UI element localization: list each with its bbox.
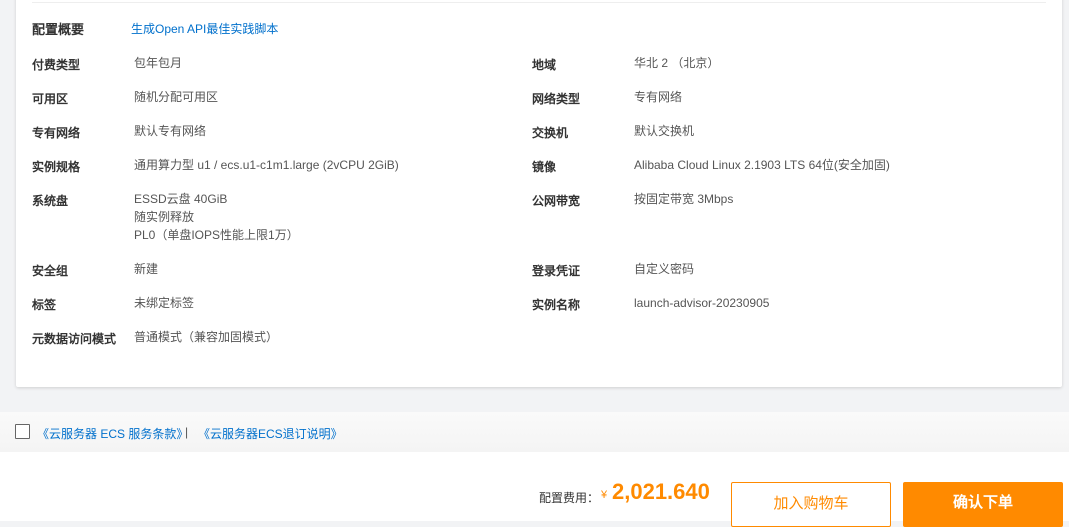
left-field-value: 默认专有网络: [134, 122, 206, 140]
value-line: 包年包月: [134, 56, 183, 70]
right-field-label: 网络类型: [532, 92, 581, 106]
add-to-cart-button[interactable]: 加入购物车: [731, 482, 891, 527]
value-line: 按固定带宽 3Mbps: [634, 192, 734, 206]
value-line: launch-advisor-20230905: [634, 296, 770, 310]
right-field-label: 镜像: [532, 160, 557, 174]
right-field-value: 专有网络: [634, 88, 682, 106]
right-field-label: 公网带宽: [532, 194, 581, 208]
right-field-label: 交换机: [532, 126, 569, 140]
value-line: 通用算力型 u1 / ecs.u1-c1m1.large (2vCPU 2GiB…: [134, 158, 399, 172]
value-line: 普通模式（兼容加固模式）: [134, 330, 279, 344]
divider: [32, 2, 1046, 3]
summary-title: 配置概要: [32, 22, 85, 37]
left-field-label: 专有网络: [32, 126, 81, 140]
right-field-value: 默认交换机: [634, 122, 694, 140]
left-field-value: 包年包月: [134, 54, 182, 72]
openapi-script-link[interactable]: 生成Open API最佳实践脚本: [131, 20, 278, 37]
value-line: 默认专有网络: [134, 124, 207, 138]
ecs-refund-link[interactable]: 《云服务器ECS退订说明》: [198, 425, 343, 442]
value-line: ESSD云盘 40GiB: [134, 192, 228, 206]
value-line: 未绑定标签: [134, 296, 195, 310]
left-field-value: 新建: [134, 260, 158, 278]
ecs-terms-link[interactable]: 《云服务器 ECS 服务条款》: [37, 425, 188, 442]
right-field-value: Alibaba Cloud Linux 2.1903 LTS 64位(安全加固): [634, 156, 890, 174]
agreement-checkbox[interactable]: [15, 424, 30, 439]
value-line: 默认交换机: [634, 124, 695, 138]
right-field-value: 自定义密码: [634, 260, 694, 278]
confirm-order-button[interactable]: 确认下单: [903, 482, 1063, 527]
currency-symbol: ¥: [601, 489, 608, 501]
right-field-label: 登录凭证: [532, 264, 581, 278]
separator: |: [185, 425, 189, 439]
value-line: Alibaba Cloud Linux 2.1903 LTS 64位(安全加固): [634, 158, 890, 172]
value-line: 新建: [134, 262, 159, 276]
left-field-value: 随机分配可用区: [134, 88, 218, 106]
value-line: 随机分配可用区: [134, 90, 219, 104]
price: 2,021.640: [612, 479, 710, 504]
right-field-value: launch-advisor-20230905: [634, 294, 769, 312]
value-line: 随实例释放: [134, 210, 195, 224]
value-line: 华北 2 （北京）: [634, 56, 720, 70]
left-field-value: ESSD云盘 40GiB 随实例释放 PL0（单盘IOPS性能上限1万）: [134, 190, 299, 244]
fee-label: 配置费用：: [539, 491, 600, 505]
value-line: 专有网络: [634, 90, 683, 104]
left-field-label: 系统盘: [32, 194, 69, 208]
value-line: PL0（单盘IOPS性能上限1万）: [134, 228, 299, 242]
left-field-value: 普通模式（兼容加固模式）: [134, 328, 278, 346]
left-field-label: 安全组: [32, 264, 69, 278]
right-field-value: 华北 2 （北京）: [634, 54, 719, 72]
left-field-label: 实例规格: [32, 160, 81, 174]
left-field-label: 可用区: [32, 92, 69, 106]
right-field-value: 按固定带宽 3Mbps: [634, 190, 733, 208]
left-field-label: 标签: [32, 298, 57, 312]
left-field-label: 付费类型: [32, 58, 81, 72]
left-field-label: 元数据访问模式: [32, 332, 117, 346]
right-field-label: 实例名称: [532, 298, 581, 312]
left-field-value: 通用算力型 u1 / ecs.u1-c1m1.large (2vCPU 2GiB…: [134, 156, 399, 174]
left-field-value: 未绑定标签: [134, 294, 194, 312]
value-line: 自定义密码: [634, 262, 695, 276]
right-field-label: 地域: [532, 58, 557, 72]
